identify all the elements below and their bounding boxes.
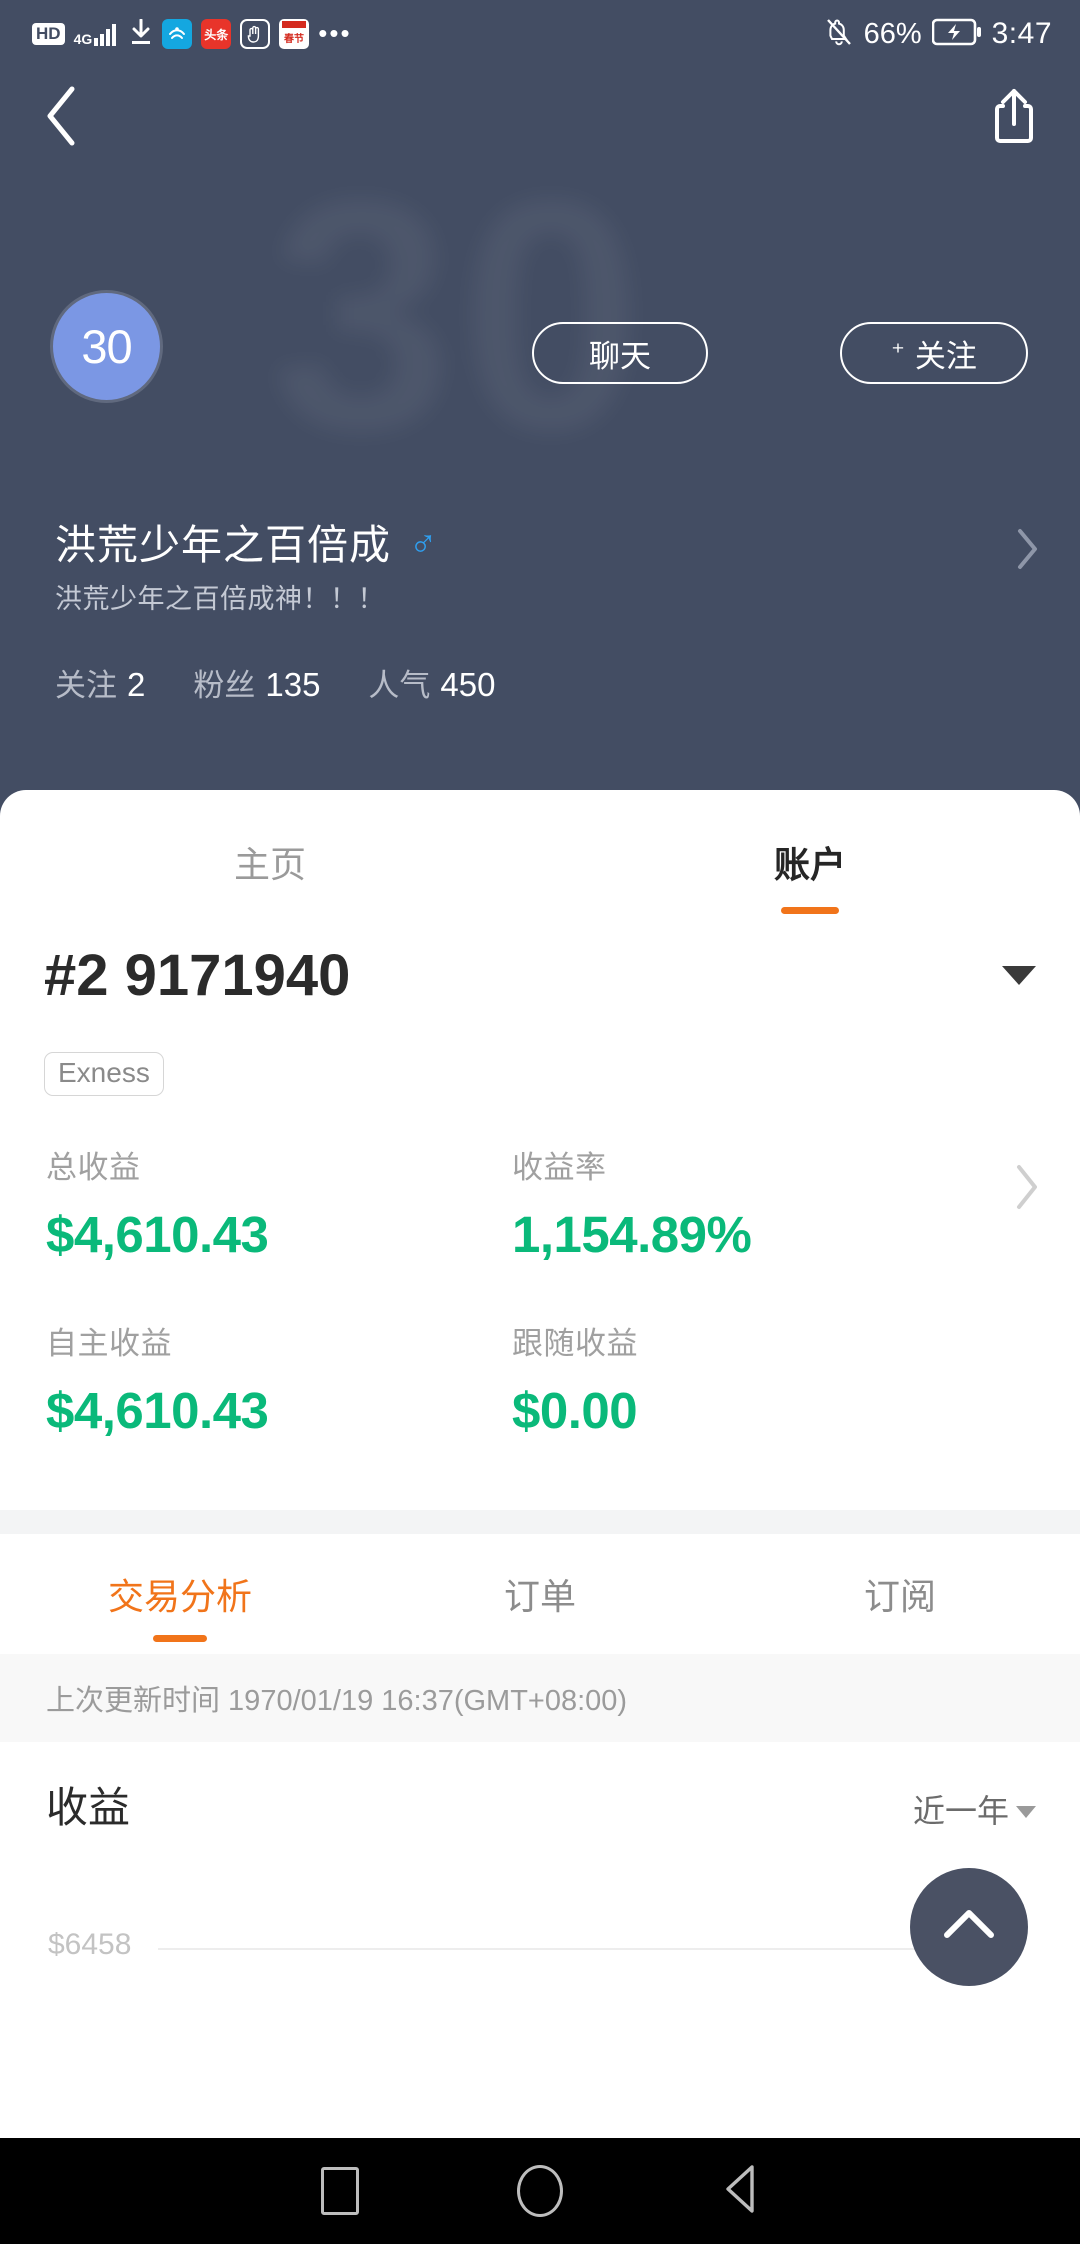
account-metrics-row-2: 自主收益 $4,610.43 跟随收益 $0.00 [0, 1318, 1080, 1494]
top-nav-bar [0, 72, 1080, 162]
nav-home-button[interactable] [440, 2138, 640, 2244]
stat-following-label: 关注 [55, 668, 117, 703]
download-icon [129, 18, 153, 50]
section-divider [0, 1510, 1080, 1534]
metric-total-profit-value: $4,610.43 [46, 1206, 269, 1263]
metric-self-profit: 自主收益 $4,610.43 [46, 1318, 269, 1440]
stat-popularity-value: 450 [440, 666, 496, 703]
app-toutiao-icon: 头条 [201, 19, 232, 49]
gender-male-icon: ♂ [409, 522, 438, 564]
tab-account-label: 账户 [773, 844, 846, 885]
follow-button[interactable]: ⁺ 关注 [840, 322, 1028, 384]
last-update-strip: 上次更新时间 1970/01/19 16:37(GMT+08:00) [0, 1654, 1080, 1742]
stat-popularity-label: 人气 [368, 668, 431, 703]
status-more-icon: ••• [318, 18, 352, 49]
account-metrics-row-1: 总收益 $4,610.43 收益率 1,154.89% [0, 1142, 1080, 1318]
metric-return-rate-value: 1,154.89% [512, 1206, 752, 1263]
metric-return-rate: 收益率 1,154.89% [512, 1142, 752, 1264]
follow-button-label: 关注 [914, 338, 977, 374]
stat-following[interactable]: 关注 2 [55, 660, 145, 705]
hd-badge-icon: HD [32, 23, 65, 45]
app-gesture-icon [240, 19, 271, 49]
circle-icon [517, 2165, 563, 2217]
app-alipay-icon [162, 19, 193, 49]
share-icon [990, 87, 1038, 150]
tab-orders-label: 订单 [503, 1576, 576, 1617]
account-number: #2 9171940 [44, 943, 351, 1008]
broker-badge: Exness [44, 1052, 164, 1096]
back-button[interactable] [25, 80, 101, 156]
tab-home-label: 主页 [233, 844, 306, 885]
app-calendar-icon: 春节 [279, 19, 310, 49]
plus-icon: ⁺ [891, 337, 905, 367]
square-icon [321, 2167, 359, 2215]
svg-text:春节: 春节 [284, 32, 304, 45]
chevron-down-icon[interactable] [1002, 966, 1036, 985]
hero-watermark-number: 30 [270, 130, 650, 499]
tab-account-underline [781, 907, 839, 914]
chart-gridline [158, 1948, 1018, 1950]
share-button[interactable] [976, 80, 1052, 156]
chart-range-selector[interactable]: 近一年 [913, 1786, 1036, 1832]
tab-subscriptions[interactable]: 订阅 [720, 1534, 1080, 1654]
metric-copy-profit-label: 跟随收益 [512, 1326, 638, 1361]
last-update-text: 上次更新时间 1970/01/19 16:37(GMT+08:00) [46, 1685, 628, 1717]
metric-copy-profit-value: $0.00 [512, 1382, 638, 1439]
analysis-tab-bar: 交易分析 订单 订阅 [0, 1534, 1080, 1654]
metric-self-profit-value: $4,610.43 [46, 1382, 269, 1439]
profit-chart-section: 收益 近一年 $6458 [0, 1742, 1080, 2002]
status-bar: HD 4G 头条 春节 ••• 66% 3:47 [0, 0, 1080, 68]
battery-charging-icon [931, 18, 982, 51]
stat-popularity[interactable]: 人气 450 [368, 660, 495, 705]
chevron-up-icon [941, 1905, 997, 1950]
clock-label: 3:47 [991, 17, 1052, 50]
display-name: 洪荒少年之百倍成 [55, 522, 391, 568]
profile-detail-chevron-icon[interactable] [1016, 528, 1040, 575]
tab-home[interactable]: 主页 [0, 790, 540, 934]
account-metrics-grid: 总收益 $4,610.43 收益率 1,154.89% 自主收益 $4,610.… [0, 1142, 1080, 1494]
chat-button[interactable]: 聊天 [532, 322, 708, 384]
status-bar-left: HD 4G 头条 春节 ••• [32, 18, 352, 50]
profile-tab-bar: 主页 账户 [0, 790, 1080, 934]
tab-subscriptions-label: 订阅 [863, 1576, 936, 1617]
stat-following-value: 2 [127, 666, 146, 703]
metric-self-profit-label: 自主收益 [46, 1326, 172, 1361]
chart-y-axis-top-label: $6458 [48, 1928, 132, 1961]
stat-followers[interactable]: 粉丝 135 [193, 660, 320, 705]
chevron-down-icon [1016, 1806, 1036, 1818]
avatar[interactable]: 30 [53, 293, 160, 400]
stat-followers-value: 135 [265, 666, 321, 703]
tab-orders[interactable]: 订单 [360, 1534, 720, 1654]
tab-account[interactable]: 账户 [540, 790, 1080, 934]
tab-trade-analysis-label: 交易分析 [107, 1576, 252, 1617]
triangle-back-icon [718, 2164, 762, 2219]
account-detail-chevron-icon[interactable] [1014, 1164, 1040, 1215]
metric-return-rate-label: 收益率 [512, 1150, 607, 1185]
chart-title: 收益 [46, 1784, 131, 1831]
display-name-row: 洪荒少年之百倍成 ♂ [55, 511, 438, 571]
chart-range-label: 近一年 [912, 1793, 1009, 1829]
profile-bio: 洪荒少年之百倍成神！！！ [55, 584, 385, 614]
metric-total-profit: 总收益 $4,610.43 [46, 1142, 269, 1264]
nav-back-button[interactable] [640, 2138, 840, 2244]
metric-copy-profit: 跟随收益 $0.00 [512, 1318, 638, 1440]
stat-followers-label: 粉丝 [193, 668, 256, 703]
signal-4g-icon: 4G [74, 22, 121, 46]
avatar-label: 30 [81, 320, 132, 373]
battery-percent-label: 66% [863, 17, 922, 50]
android-nav-bar [0, 2138, 1080, 2244]
bell-muted-icon [824, 16, 854, 53]
nav-recents-button[interactable] [240, 2138, 440, 2244]
chat-button-label: 聊天 [589, 338, 651, 374]
account-header[interactable]: #2 9171940 [0, 942, 1080, 1052]
profile-hero: 30 HD 4G 头条 春节 ••• 66% 3:47 30 聊天 ⁺ 关注 洪… [0, 0, 1080, 830]
back-chevron-icon [42, 85, 84, 152]
tab-trade-analysis-underline [153, 1635, 207, 1642]
content-sheet: 主页 账户 #2 9171940 Exness 总收益 $4,610.43 收益… [0, 790, 1080, 2244]
status-bar-right: 66% 3:47 [824, 16, 1052, 53]
metric-total-profit-label: 总收益 [46, 1150, 141, 1185]
profile-stats: 关注 2 粉丝 135 人气 450 [55, 660, 495, 705]
tab-trade-analysis[interactable]: 交易分析 [0, 1534, 360, 1654]
scroll-to-top-button[interactable] [910, 1868, 1028, 1986]
